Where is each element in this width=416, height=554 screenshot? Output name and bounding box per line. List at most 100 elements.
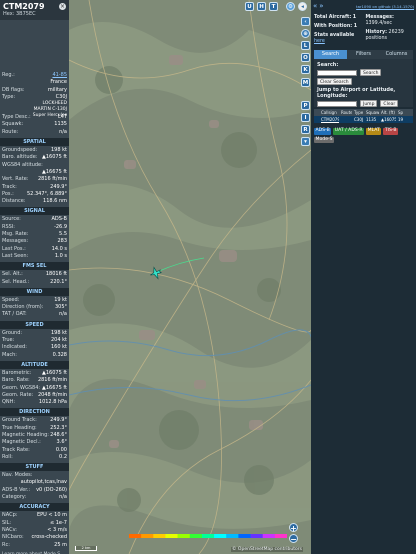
messages-stat: Messages: 1399.4/sec: [365, 15, 394, 26]
map-attribution[interactable]: © OpenStreetMap contributors: [231, 547, 303, 552]
col-callsign[interactable]: Callsign: [319, 109, 339, 116]
zoom-out-button[interactable]: −: [289, 534, 298, 544]
info-row-geom-wgs84: Geom. WGS84: ▲16675 ft: [0, 385, 69, 392]
section-header-direction[interactable]: DIRECTION: [0, 408, 69, 417]
collapse-right-icon[interactable]: »: [319, 2, 323, 10]
info-row-baro-rate: Baro. Rate: 2816 ft/min: [0, 377, 69, 384]
map-button-o[interactable]: O: [301, 53, 310, 62]
clear-jump-button[interactable]: Clear: [380, 100, 399, 107]
info-label: Messages:: [2, 238, 29, 245]
type-description: LOCKHEED MARTIN C-130J Super Hercules: [0, 101, 69, 118]
info-row-sel-alt: Sel. Alt.: 18016 ft: [0, 271, 69, 278]
section-header-fms-sel[interactable]: FMS SEL: [0, 262, 69, 271]
collapse-left-icon[interactable]: «: [313, 2, 317, 10]
info-row-ground-track: Ground Track: 249.9°: [0, 417, 69, 424]
section-header-spatial[interactable]: SPATIAL: [0, 138, 69, 147]
map-button-i[interactable]: I: [301, 113, 310, 122]
legend-badge-mode-s[interactable]: Mode-S: [314, 136, 335, 143]
info-label: Type:: [2, 93, 16, 100]
info-label: Sel. Alt.:: [2, 271, 23, 278]
section-header-altitude[interactable]: ALTITUDE: [0, 360, 69, 369]
info-label: Pos.:: [2, 190, 14, 197]
map-button-p[interactable]: P: [301, 101, 310, 110]
col-altitude[interactable]: Alt. (ft): [379, 109, 396, 116]
legend-badge-mlat[interactable]: MLAT: [366, 128, 382, 135]
tab-filters[interactable]: Filters: [347, 50, 380, 59]
col-squawk[interactable]: Squawk: [364, 109, 379, 116]
table-row[interactable]: CTM2079 C30J 1135 ▲16075 19: [314, 116, 413, 123]
info-value: 0.328: [52, 351, 67, 358]
sidebar-tabs: Search Filters Columns: [314, 50, 413, 59]
map-view[interactable]: U H T ⚙ ◂ ‹ ⊕ L O K M P I R ▾ + − 2 km ©…: [69, 0, 311, 554]
map-button-h[interactable]: H: [257, 2, 266, 11]
aircraft-icon[interactable]: [149, 266, 163, 280]
info-row-rc: Rc: 25 m: [0, 542, 69, 549]
search-input[interactable]: [317, 69, 357, 76]
section-header-wind[interactable]: WIND: [0, 287, 69, 296]
settings-icon[interactable]: ⚙: [286, 2, 295, 11]
info-label: NICbaro:: [2, 534, 24, 541]
map-button-t[interactable]: T: [269, 2, 278, 11]
version-link[interactable]: tar1090 on github (3.14.1570): [356, 4, 414, 9]
map-button-k[interactable]: K: [301, 65, 310, 74]
info-row-magnetic-heading: Magnetic Heading: 248.6°: [0, 432, 69, 439]
map-button-l[interactable]: L: [301, 41, 310, 50]
aircraft-photo-area: [0, 20, 69, 72]
expand-left-icon[interactable]: ‹: [301, 17, 310, 26]
jump-input[interactable]: [317, 100, 357, 107]
jump-label: Jump to Airport or Latitude, Longitude:: [317, 87, 396, 99]
row-callsign[interactable]: CTM2079: [319, 116, 339, 123]
info-row-ground: Ground: 198 kt: [0, 330, 69, 337]
filter-icon[interactable]: ▾: [301, 137, 310, 146]
locate-icon[interactable]: ⊕: [301, 29, 310, 38]
tab-columns[interactable]: Columns: [380, 50, 413, 59]
zoom-in-button[interactable]: +: [289, 523, 298, 533]
info-value: 0.2: [59, 453, 67, 460]
col-route[interactable]: Route: [339, 109, 352, 116]
legend-badge-uat-ads-r[interactable]: UAT / ADS-R: [333, 128, 365, 135]
section-header-stuff[interactable]: STUFF: [0, 463, 69, 472]
info-row-messages: Messages: 283: [0, 238, 69, 245]
map-button-r[interactable]: R: [301, 125, 310, 134]
info-label: Baro. altitude:: [2, 154, 38, 161]
info-row-sil: SIL: ≤ 1e-7: [0, 520, 69, 527]
info-value: military: [47, 86, 67, 93]
section-header-signal[interactable]: SIGNAL: [0, 207, 69, 216]
info-label: Ground:: [2, 329, 23, 336]
info-row-baro-altitude: Baro. altitude: ▲16075 ft: [0, 154, 69, 161]
info-label: Source:: [2, 216, 21, 223]
clear-search-button[interactable]: Clear Search: [317, 78, 352, 85]
info-value[interactable]: 41-85: [52, 72, 67, 79]
legend-badge-tis-b[interactable]: TIS-B: [383, 128, 399, 135]
search-button[interactable]: Search: [360, 69, 382, 76]
info-label: NACp:: [2, 512, 18, 519]
map-button-m[interactable]: M: [301, 78, 310, 87]
info-value: ▲16675 ft: [42, 384, 67, 391]
info-row-nicbaro: NICbaro: cross-checked: [0, 534, 69, 541]
info-row-sel-head: Sel. Head.: 220.1°: [0, 279, 69, 286]
info-row-last-seen: Last Seen: 1.0 s: [0, 253, 69, 260]
stats-here-link[interactable]: here: [314, 39, 325, 44]
legend-badge-ads-b[interactable]: ADS-B: [314, 128, 332, 135]
section-header-accuracy[interactable]: ACCURACY: [0, 503, 69, 512]
info-label: Sel. Head.:: [2, 278, 30, 285]
row-route: [339, 116, 352, 123]
tab-search[interactable]: Search: [314, 50, 347, 59]
info-label: NACv:: [2, 526, 17, 533]
col-type[interactable]: Type: [352, 109, 364, 116]
info-label: Roll:: [2, 453, 13, 460]
stats-available: Stats available here: [314, 33, 355, 44]
info-label: Mach:: [2, 351, 17, 358]
info-label: Msg. Rate:: [2, 231, 29, 238]
info-value: 204 kt: [51, 337, 67, 344]
jump-button[interactable]: Jump: [360, 100, 378, 107]
info-value: 249.9°: [50, 183, 67, 190]
info-label: Nav. Modes:: [2, 472, 33, 479]
col-speed[interactable]: Spd: [396, 109, 403, 116]
section-header-speed[interactable]: SPEED: [0, 320, 69, 329]
sidebar-collapse-icon[interactable]: ◂: [298, 2, 307, 11]
info-label: RSSI:: [2, 223, 15, 230]
search-label: Search:: [317, 62, 339, 68]
map-button-u[interactable]: U: [245, 2, 254, 11]
close-icon[interactable]: ×: [59, 3, 66, 10]
